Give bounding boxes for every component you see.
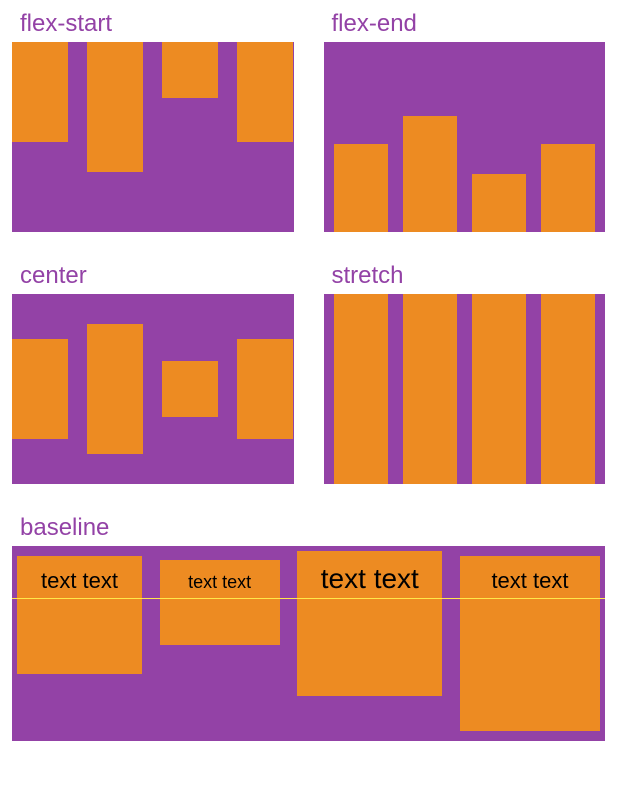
container-stretch — [324, 294, 606, 484]
flex-item — [237, 339, 293, 439]
label-flex-end: flex-end — [324, 10, 606, 38]
container-center — [12, 294, 294, 484]
flex-item — [162, 361, 218, 417]
flex-item — [541, 294, 595, 484]
flex-item: text text — [460, 556, 600, 731]
baseline-indicator-line — [12, 598, 605, 599]
flex-item: text text — [297, 551, 442, 696]
label-baseline: baseline — [12, 514, 605, 542]
flex-item — [162, 42, 218, 98]
flex-item — [12, 339, 68, 439]
flex-item — [403, 116, 457, 232]
item-text: text text — [491, 568, 568, 594]
container-flex-end — [324, 42, 606, 232]
flex-item — [472, 294, 526, 484]
panel-center: center — [12, 262, 294, 484]
flex-item — [87, 42, 143, 172]
flex-item — [541, 144, 595, 232]
flex-item: text text — [160, 560, 280, 645]
flex-item — [12, 42, 68, 142]
flex-item — [334, 294, 388, 484]
flex-item — [87, 324, 143, 454]
panel-flex-start: flex-start — [12, 10, 294, 232]
flex-item: text text — [17, 556, 142, 674]
flex-item — [403, 294, 457, 484]
panel-stretch: stretch — [324, 262, 606, 484]
label-center: center — [12, 262, 294, 290]
label-flex-start: flex-start — [12, 10, 294, 38]
flex-item — [472, 174, 526, 232]
label-stretch: stretch — [324, 262, 606, 290]
flex-item — [237, 42, 293, 142]
container-flex-start — [12, 42, 294, 232]
item-text: text text — [41, 568, 118, 594]
item-text: text text — [321, 563, 419, 595]
item-text: text text — [188, 572, 251, 593]
panel-baseline: baseline text text text text text text t… — [12, 514, 605, 741]
panel-flex-end: flex-end — [324, 10, 606, 232]
flex-item — [334, 144, 388, 232]
container-baseline: text text text text text text text text — [12, 546, 605, 741]
